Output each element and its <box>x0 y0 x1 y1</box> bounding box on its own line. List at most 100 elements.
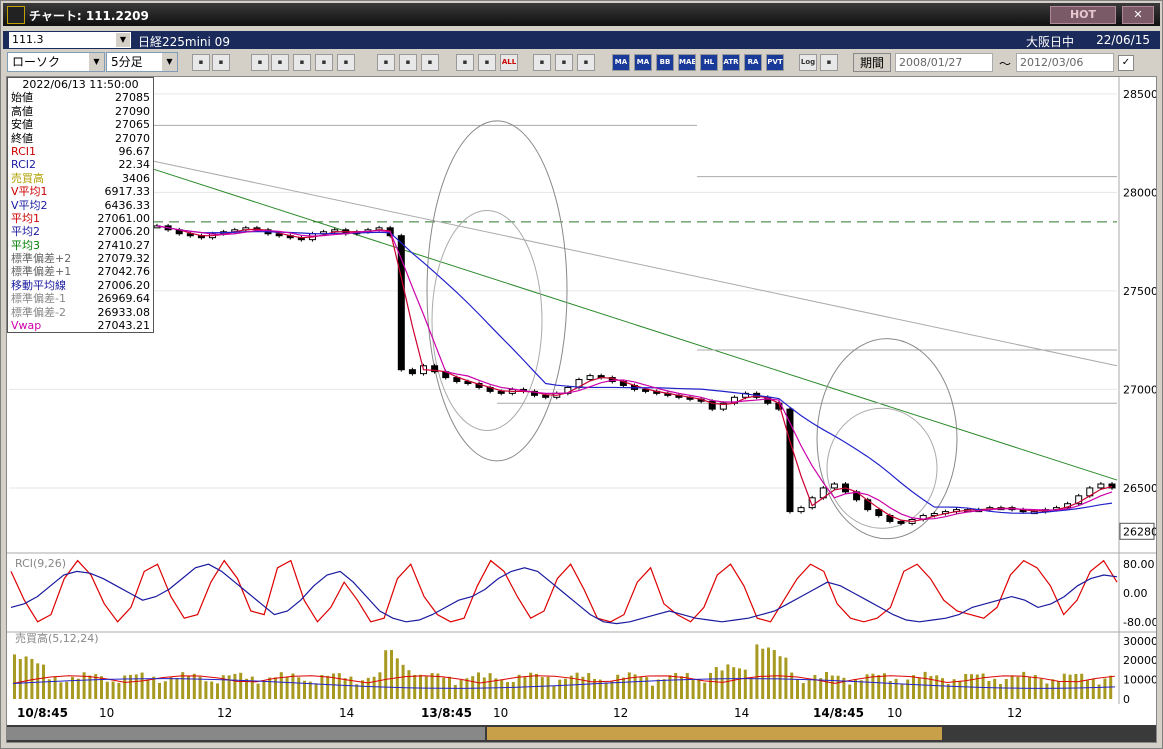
volume-bar <box>714 667 718 699</box>
toolbar-lines-blue-button[interactable]: ▪ <box>478 54 496 71</box>
volume-bar <box>767 647 770 699</box>
toolbar-bb-button[interactable]: BB <box>656 54 674 71</box>
volume-bar <box>88 675 92 699</box>
volume-bar <box>430 673 434 699</box>
volume-bar <box>825 671 828 699</box>
apply-checkbox[interactable]: ✓ <box>1118 55 1134 71</box>
volume-bar <box>366 677 370 699</box>
toolbar-hl-button[interactable]: HL <box>700 54 718 71</box>
volume-bar <box>105 681 109 699</box>
chart-svg[interactable]: 28500 28000 27500 27000 26500 26280 RCI(9,26) 8… <box>7 77 1158 742</box>
toolbar-ma-button[interactable]: MA <box>612 54 630 71</box>
period-button[interactable]: 期間 <box>853 53 891 72</box>
volume-bar <box>407 670 411 699</box>
scrollbar-left <box>7 727 485 740</box>
volume-bar <box>598 679 602 699</box>
hot-button[interactable]: HOT <box>1050 6 1116 24</box>
panel-row-value: 6917.33 <box>104 185 151 199</box>
volume-bar <box>111 681 115 699</box>
volume-bar <box>894 678 898 699</box>
volume-tick-label: 10000 <box>1123 674 1156 687</box>
toolbar-lines-red-button[interactable]: ▪ <box>456 54 474 71</box>
volume-tick-label: 0 <box>1123 693 1130 706</box>
chart-window: チャート: 111.2209 HOT ✕ 111.3 ▼ 日経225mini 0… <box>0 0 1163 749</box>
volume-bar <box>419 674 422 699</box>
toolbar-palette-button[interactable]: ▪ <box>577 54 595 71</box>
volume-bar <box>691 679 695 699</box>
volume-bar <box>778 656 782 699</box>
rci-series-line <box>10 563 1118 625</box>
volume-bar <box>372 676 376 699</box>
panel-row: 高値 27090 <box>8 105 153 118</box>
price-tick-label: 28500 <box>1123 88 1156 101</box>
volume-bar <box>384 650 388 699</box>
x-tick-label: 13/8:45 <box>421 706 472 720</box>
rci-tick-label: 80.00 <box>1123 558 1155 571</box>
volume-bar <box>622 677 625 699</box>
toolbar-atr-button[interactable]: ATR <box>722 54 740 71</box>
volume-bar <box>227 675 231 699</box>
toolbar-gear-button[interactable]: ▪ <box>533 54 551 71</box>
volume-bar <box>784 657 788 699</box>
toolbar-bullseye-button[interactable]: ▪ <box>251 54 269 71</box>
panel-row: 安値 27065 <box>8 118 153 131</box>
volume-bar <box>610 681 614 699</box>
volume-bar <box>935 675 939 699</box>
toolbar-paint-button[interactable]: ▪ <box>555 54 573 71</box>
toolbar-log-button[interactable]: Log <box>799 54 817 71</box>
symbol-dropdown-icon[interactable]: ▼ <box>116 33 130 47</box>
chevron-down-icon[interactable]: ▼ <box>162 53 177 71</box>
volume-bar <box>53 676 57 699</box>
volume-bar <box>883 673 886 699</box>
volume-bar <box>256 683 260 699</box>
toolbar-ra-button[interactable]: RA <box>744 54 762 71</box>
volume-bar <box>65 681 69 699</box>
toolbar-bars-button[interactable]: ▪ <box>293 54 311 71</box>
volume-bar <box>274 677 277 699</box>
volume-bar <box>1045 683 1049 699</box>
candle-body <box>786 408 794 513</box>
moving-average-line <box>156 225 1113 520</box>
toolbar-pvt-button[interactable]: PVT <box>766 54 784 71</box>
chart-type-select[interactable]: ローソク ▼ <box>7 52 105 72</box>
volume-bar <box>645 677 649 699</box>
symbol-code-input[interactable]: 111.3 <box>9 32 131 48</box>
toolbar-search-button[interactable]: ▪ <box>192 54 210 71</box>
candle-body <box>397 235 405 371</box>
panel-row-value: 27006.20 <box>97 225 151 239</box>
from-date-field[interactable]: 2008/01/27 <box>895 53 993 72</box>
x-tick-label: 14 <box>339 706 354 720</box>
toolbar-alert-button[interactable]: ▪ <box>337 54 355 71</box>
toolbar-pencil-button[interactable]: ▪ <box>377 54 395 71</box>
panel-row: 標準偏差+2 27079.32 <box>8 252 153 265</box>
volume-bar <box>158 682 161 699</box>
lines-red-icon: ▪ <box>462 58 468 66</box>
chart-area[interactable]: 28500 28000 27500 27000 26500 26280 RCI(9,26) 8… <box>6 76 1158 743</box>
to-date-field[interactable]: 2012/03/06 <box>1016 53 1114 72</box>
toolbar-export-button[interactable]: ▪ <box>820 54 838 71</box>
toolbar-flags-button[interactable]: ▪ <box>315 54 333 71</box>
volume-bar <box>18 659 22 699</box>
volume-bar <box>575 672 579 699</box>
x-tick-label: 14/8:45 <box>813 706 864 720</box>
volume-bar <box>337 673 341 699</box>
panel-row-value: 26969.64 <box>97 292 151 306</box>
volume-bar <box>848 684 852 699</box>
toolbar-crosshair-button[interactable]: ▪ <box>212 54 230 71</box>
interval-select[interactable]: 5分足 ▼ <box>106 52 178 72</box>
band-ellipse <box>431 209 543 431</box>
volume-bar <box>413 674 417 699</box>
volume-bar <box>1086 680 1089 699</box>
candle-body <box>875 509 883 517</box>
close-button[interactable]: ✕ <box>1122 6 1154 24</box>
x-tick-label: 14 <box>734 706 749 720</box>
panel-row-value: 6436.33 <box>104 198 151 212</box>
toolbar-all-button[interactable]: ALL <box>500 54 518 71</box>
chevron-down-icon[interactable]: ▼ <box>89 53 104 71</box>
panel-row: 移動平均線 27006.20 <box>8 279 153 292</box>
toolbar-zoom-button[interactable]: ▪ <box>271 54 289 71</box>
toolbar-ma-button[interactable]: MA <box>634 54 652 71</box>
toolbar-cursor-button[interactable]: ▪ <box>399 54 417 71</box>
toolbar-mae-button[interactable]: MAE <box>678 54 696 71</box>
toolbar-arrow-button[interactable]: ▪ <box>421 54 439 71</box>
